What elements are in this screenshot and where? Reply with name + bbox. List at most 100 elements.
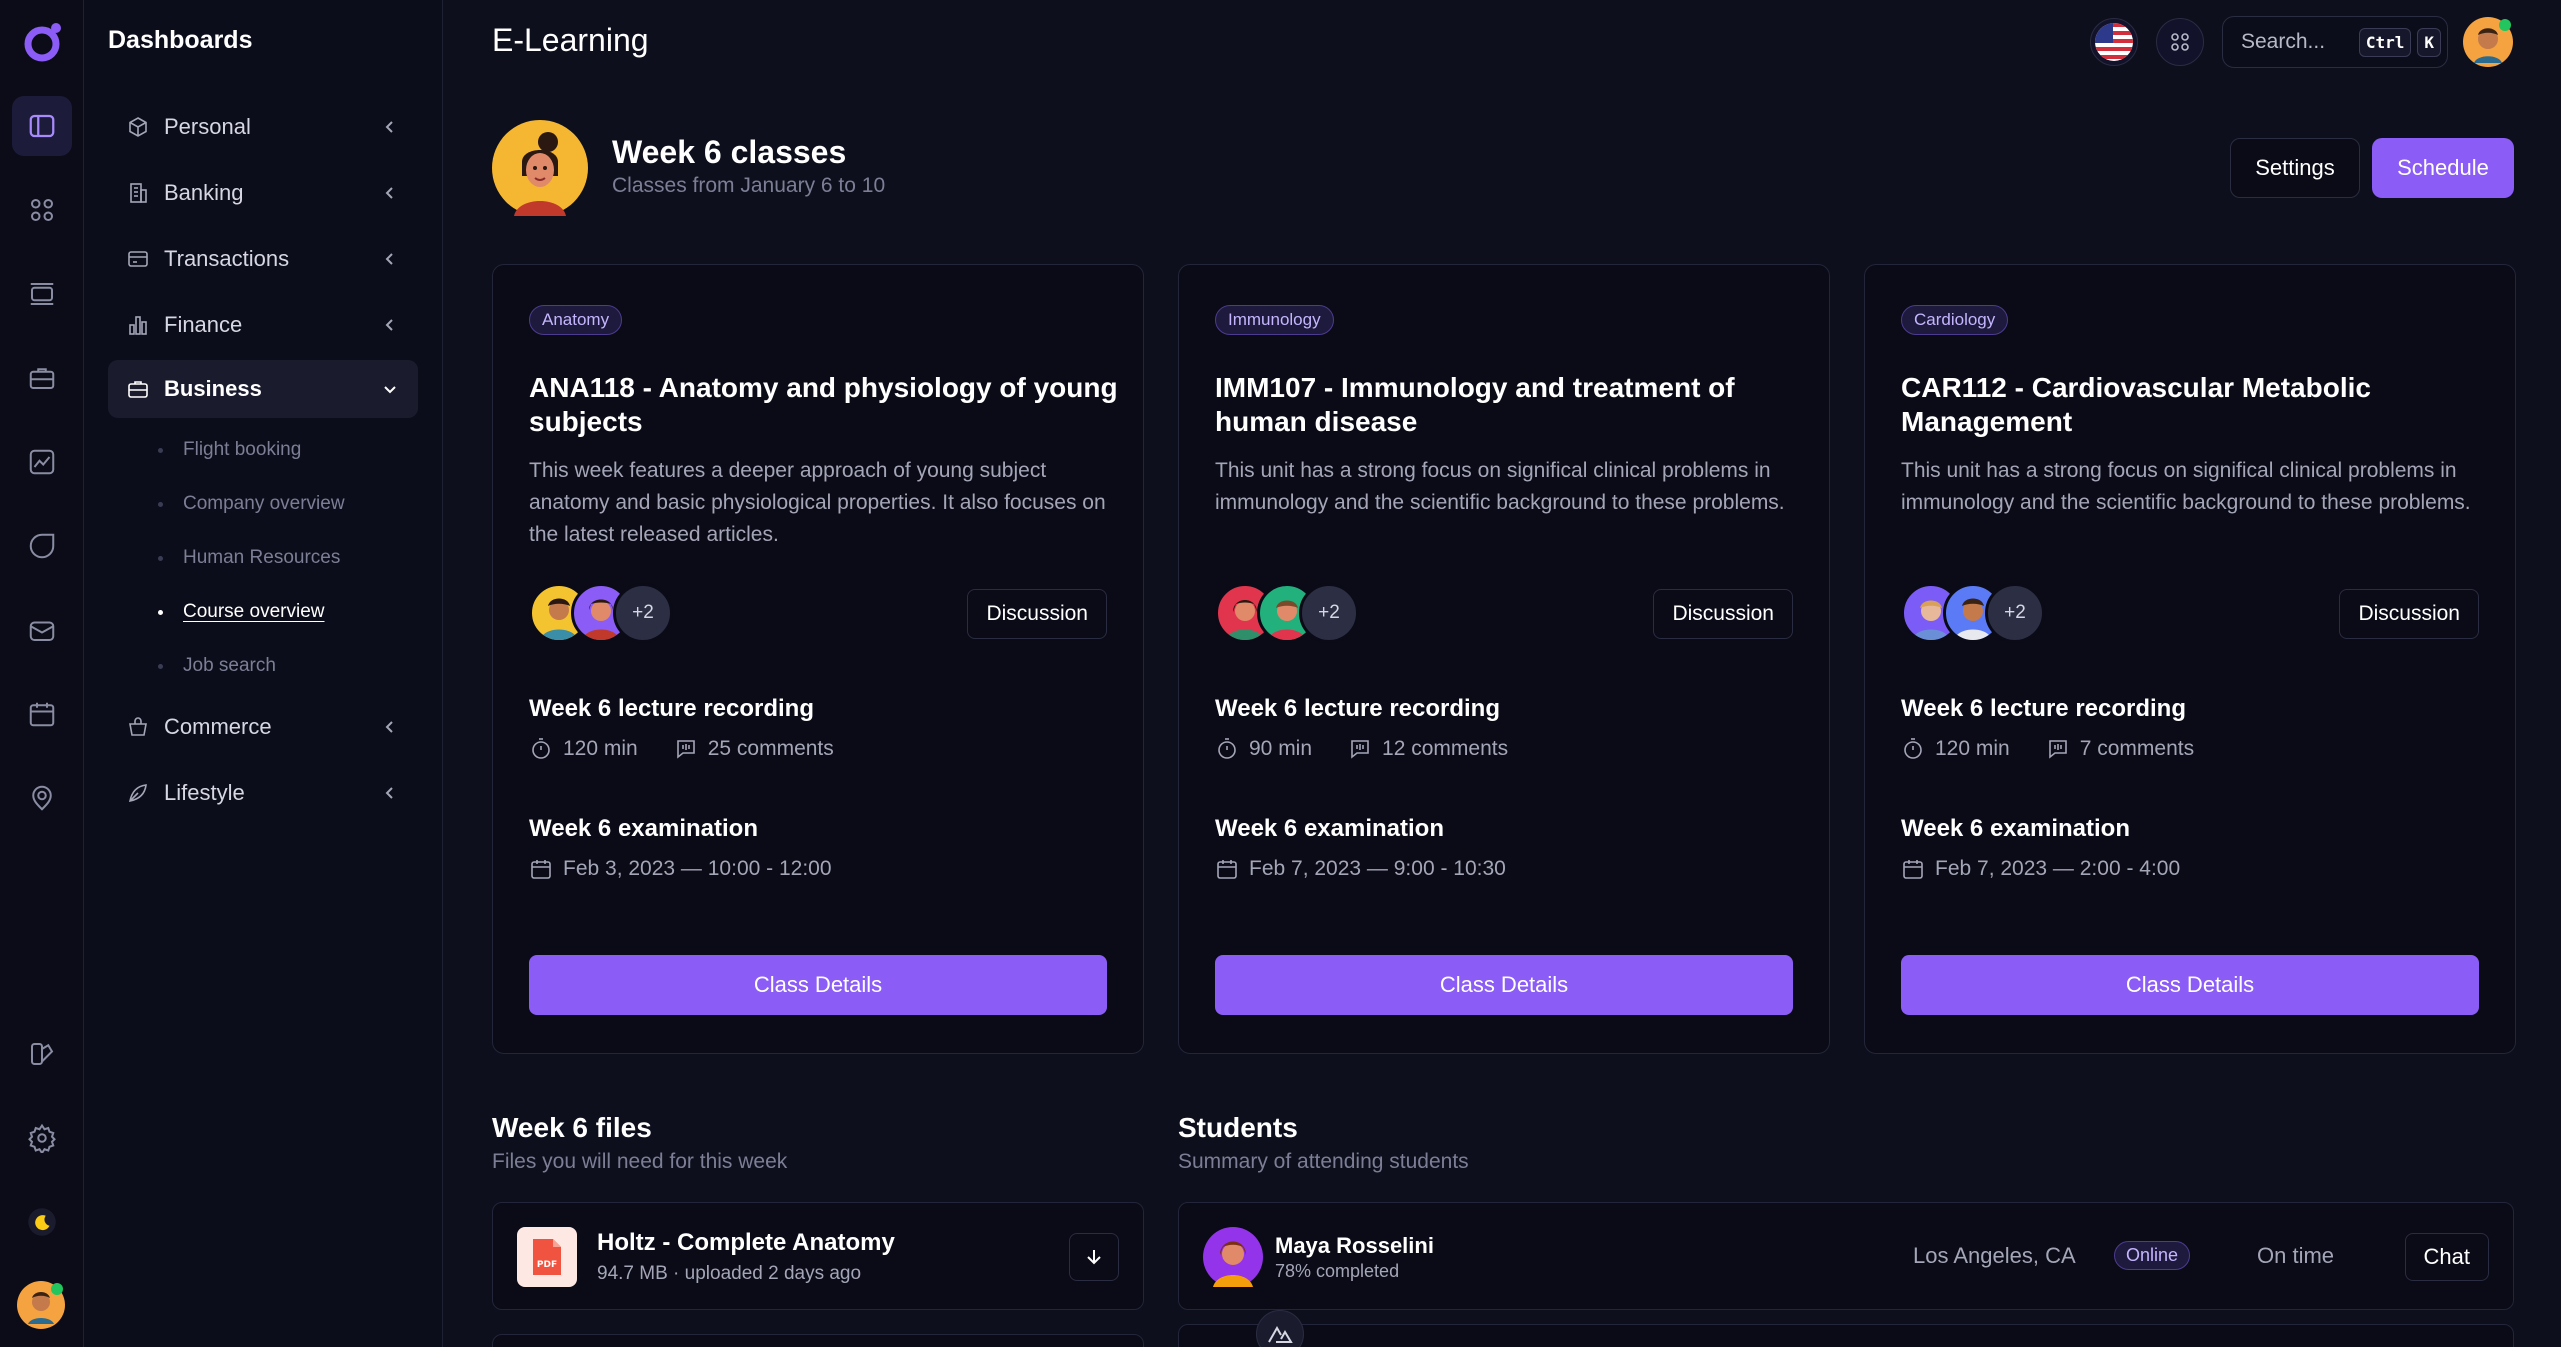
exam-title: Week 6 examination (1901, 815, 2130, 842)
calendar-icon[interactable] (12, 684, 72, 744)
sidebar-subitem-label: Course overview (183, 601, 325, 622)
student-attendance: On time (2257, 1243, 2335, 1268)
course-description: This unit has a strong focus on signific… (1901, 459, 2471, 514)
discussion-button[interactable]: Discussion (967, 589, 1107, 639)
bullet-dot (158, 447, 163, 453)
more-participants[interactable]: +2 (1299, 583, 1359, 643)
sidebar-subitem-label: Flight booking (183, 439, 302, 460)
cube-icon (129, 117, 147, 137)
list-icon[interactable] (12, 264, 72, 324)
sidebar-item-business[interactable]: Business (108, 360, 418, 418)
more-participants[interactable]: +2 (613, 583, 673, 643)
exam-title: Week 6 examination (1215, 815, 1444, 842)
chevron-down-icon (384, 386, 396, 394)
chat-icon[interactable] (12, 516, 72, 576)
devtools-logo-icon[interactable] (1256, 1310, 1304, 1347)
student-location: Los Angeles, CA (1913, 1243, 2076, 1268)
settings-button[interactable]: Settings (2230, 138, 2360, 198)
arrow-down-icon (1087, 1250, 1101, 1265)
exam-date: Feb 7, 2023 — 2:00 - 4:00 (1935, 857, 2181, 880)
sidebar-item-commerce[interactable]: Commerce (108, 698, 418, 756)
apps-grid-icon[interactable] (2156, 18, 2204, 66)
week-title: Week 6 classes (612, 134, 847, 170)
status-badge: Online (2114, 1241, 2191, 1270)
class-details-button[interactable]: Class Details (529, 955, 1107, 1015)
lecture-comments[interactable]: 12 comments (1382, 737, 1508, 761)
class-details-button[interactable]: Class Details (1215, 955, 1793, 1015)
sidebar-toggle-icon[interactable] (12, 96, 72, 156)
grid-icon[interactable] (12, 180, 72, 240)
sidebar-item-transactions[interactable]: Transactions (108, 230, 418, 288)
settings-gear-icon[interactable] (12, 1108, 72, 1168)
exam-meta: Feb 3, 2023 — 10:00 - 12:00 (529, 857, 832, 881)
building-icon (130, 183, 147, 203)
icon-rail (0, 0, 84, 1347)
language-flag-icon[interactable] (2090, 18, 2138, 66)
sidebar-item-lifestyle[interactable]: Lifestyle (108, 764, 418, 822)
course-card: Cardiology CAR112 - Cardiovascular Metab… (1864, 264, 2516, 1054)
sidebar-subitem-flight-booking[interactable]: Flight booking (158, 439, 301, 461)
lecture-duration: 120 min (1935, 737, 2010, 760)
lecture-title: Week 6 lecture recording (1901, 695, 2186, 722)
course-card: Immunology IMM107 - Immunology and treat… (1178, 264, 1830, 1054)
sidebar: Dashboards Personal Banking Transactions… (84, 0, 443, 1347)
schedule-button[interactable]: Schedule (2372, 138, 2514, 198)
sidebar-item-label: Personal (164, 114, 251, 139)
exam-date: Feb 3, 2023 — 10:00 - 12:00 (563, 857, 832, 880)
lecture-title: Week 6 lecture recording (1215, 695, 1500, 722)
lecture-duration: 120 min (563, 737, 638, 760)
sidebar-subitem-job-search[interactable]: Job search (158, 655, 276, 677)
more-participants[interactable]: +2 (1985, 583, 2045, 643)
calendar-icon (531, 860, 551, 879)
location-icon[interactable] (12, 768, 72, 828)
leaf-icon (128, 784, 147, 803)
lecture-duration: 90 min (1249, 737, 1313, 760)
student-row: Maya Rosselini 78% completed Los Angeles… (1178, 1202, 2514, 1310)
sidebar-subitem-company-overview[interactable]: Company overview (158, 493, 345, 515)
comments-icon (676, 740, 695, 759)
file-item[interactable] (492, 1334, 1144, 1347)
students-title: Students (1178, 1112, 1298, 1143)
sidebar-subitem-label: Company overview (183, 493, 345, 514)
sidebar-subitem-course-overview[interactable]: Course overview (158, 601, 325, 623)
briefcase-icon[interactable] (12, 348, 72, 408)
chevron-left-icon (385, 187, 393, 199)
sidebar-item-banking[interactable]: Banking (108, 164, 418, 222)
page-title: E-Learning (492, 22, 649, 58)
svg-text:PDF: PDF (537, 1260, 557, 1270)
class-details-button[interactable]: Class Details (1901, 955, 2479, 1015)
chart-icon[interactable] (12, 432, 72, 492)
file-item[interactable]: PDF Holtz - Complete Anatomy 94.7 MB · u… (492, 1202, 1144, 1310)
download-button[interactable] (1069, 1233, 1119, 1281)
week-subtitle: Classes from January 6 to 10 (612, 174, 886, 197)
chat-button[interactable]: Chat (2404, 1233, 2489, 1281)
sidebar-item-personal[interactable]: Personal (108, 98, 418, 156)
course-description: This unit has a strong focus on signific… (1215, 459, 1785, 514)
course-title: ANA118 - Anatomy and physiology of young… (529, 372, 1118, 437)
sidebar-subitem-label: Human Resources (183, 547, 341, 568)
header-user-avatar[interactable] (2462, 16, 2514, 68)
course-description: This week features a deeper approach of … (529, 459, 1106, 546)
app-logo-icon[interactable] (18, 18, 66, 66)
discussion-button[interactable]: Discussion (1653, 589, 1793, 639)
course-card: Anatomy ANA118 - Anatomy and physiology … (492, 264, 1144, 1054)
dark-mode-moon-icon[interactable] (12, 1192, 72, 1252)
search-input[interactable]: Search... Ctrl K (2222, 16, 2448, 68)
participant-avatars: +2 (1901, 583, 2061, 643)
week-avatar (492, 120, 588, 216)
files-title: Week 6 files (492, 1112, 652, 1143)
credit-card-icon (128, 251, 148, 267)
sidebar-subitem-human-resources[interactable]: Human Resources (158, 547, 340, 569)
user-avatar-icon[interactable] (16, 1280, 66, 1330)
kbd-ctrl: Ctrl (2358, 27, 2412, 57)
chevron-left-icon (385, 253, 393, 265)
palette-icon[interactable] (12, 1024, 72, 1084)
mail-icon[interactable] (12, 600, 72, 660)
lecture-comments[interactable]: 25 comments (708, 737, 834, 761)
files-subtitle: Files you will need for this week (492, 1150, 788, 1173)
chevron-left-icon (385, 319, 393, 331)
discussion-button[interactable]: Discussion (2339, 589, 2479, 639)
sidebar-item-finance[interactable]: Finance (108, 296, 418, 354)
lecture-comments[interactable]: 7 comments (2080, 737, 2194, 761)
sidebar-subitem-label: Job search (183, 655, 276, 676)
